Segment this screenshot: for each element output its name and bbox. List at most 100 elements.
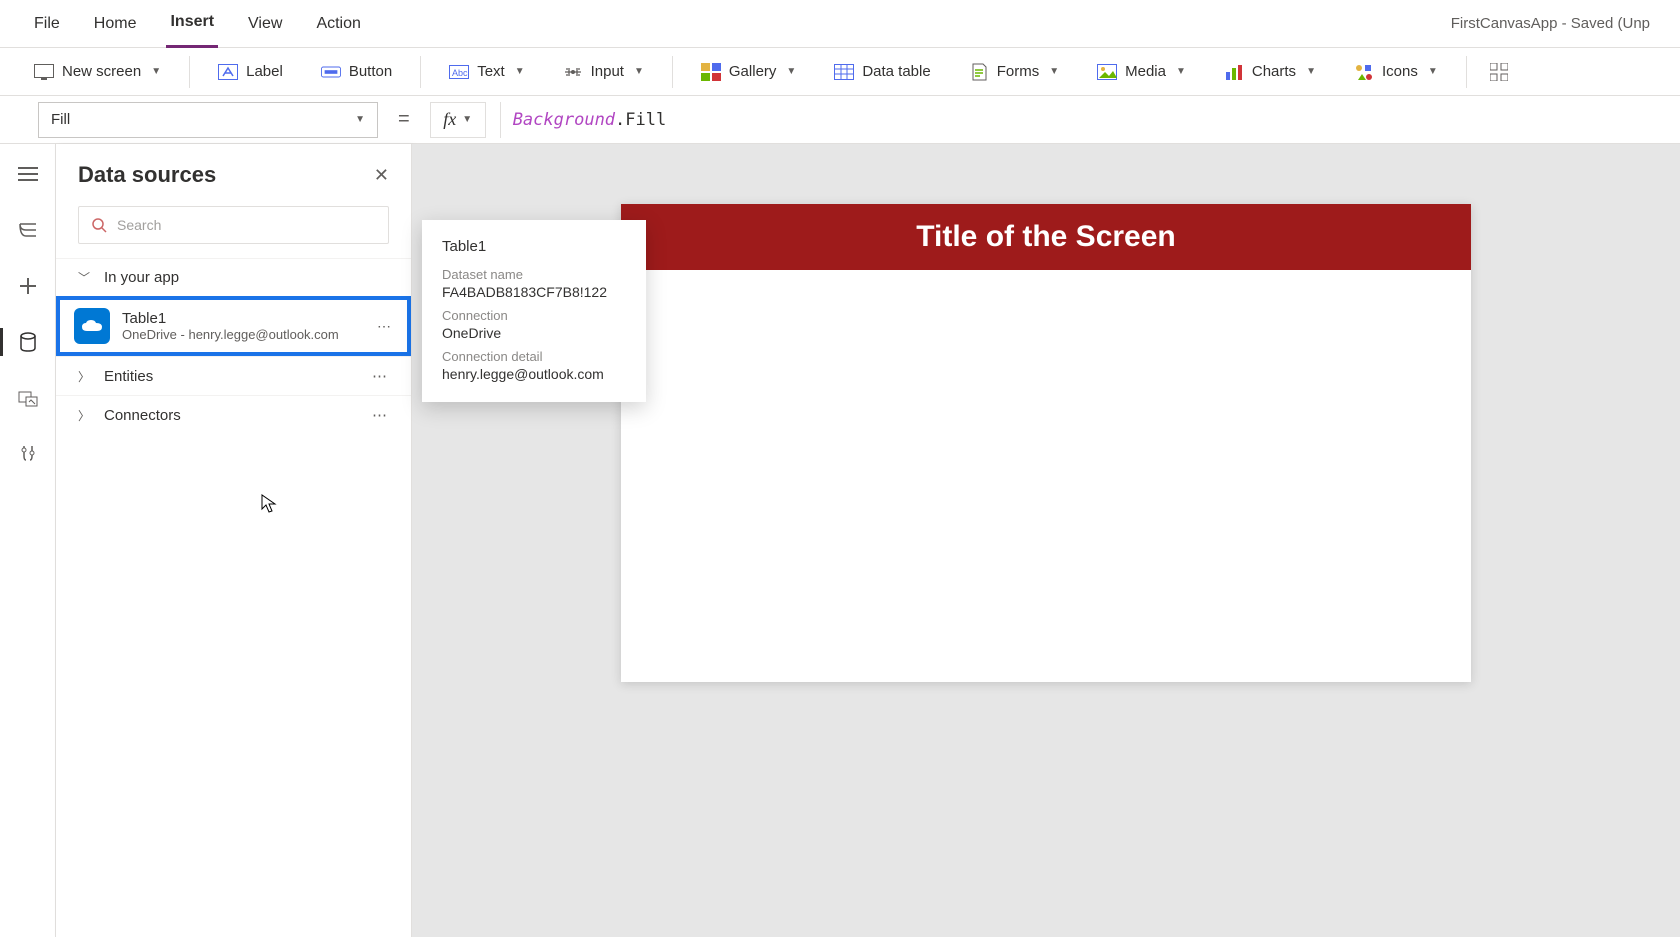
data-table-icon [834, 62, 854, 82]
charts-icon [1224, 62, 1244, 82]
rail-add-icon[interactable] [14, 272, 42, 300]
chevron-down-icon: ▼ [1176, 66, 1186, 77]
equals-sign: = [392, 108, 416, 131]
icons-icon [1354, 62, 1374, 82]
search-icon [91, 217, 107, 233]
formula-object-token: Background [513, 110, 615, 130]
section-connectors[interactable]: 〉 Connectors ⋯ [56, 395, 411, 434]
ribbon-new-screen[interactable]: New screen ▼ [24, 56, 171, 88]
menu-action[interactable]: Action [312, 0, 364, 48]
close-icon[interactable]: ✕ [374, 165, 389, 186]
ribbon-button-text: Button [349, 63, 392, 80]
data-source-text: Table1 OneDrive - henry.legge@outlook.co… [122, 310, 339, 342]
ribbon-icons-label: Icons [1382, 63, 1418, 80]
gallery-icon [701, 62, 721, 82]
ribbon-separator [1466, 56, 1467, 88]
rail-tree-icon[interactable] [14, 216, 42, 244]
left-rail [0, 144, 56, 937]
menu-view[interactable]: View [244, 0, 286, 48]
rail-media-icon[interactable] [14, 384, 42, 412]
more-options-icon[interactable]: ⋯ [372, 406, 389, 424]
ribbon-separator [189, 56, 190, 88]
chevron-down-icon: ▼ [786, 66, 796, 77]
menu-insert[interactable]: Insert [166, 0, 218, 48]
ribbon-separator [420, 56, 421, 88]
tooltip-detail-label: Connection detail [442, 349, 626, 364]
ribbon-gallery[interactable]: Gallery ▼ [691, 56, 806, 88]
ribbon-icons[interactable]: Icons ▼ [1344, 56, 1448, 88]
canvas-screen[interactable]: Title of the Screen [621, 204, 1471, 682]
grid-icon[interactable] [1489, 62, 1509, 82]
ribbon-text[interactable]: Abc Text ▼ [439, 56, 534, 88]
ribbon-media[interactable]: Media ▼ [1087, 56, 1196, 88]
section-entities[interactable]: 〉 Entities ⋯ [56, 356, 411, 395]
menu-bar: File Home Insert View Action FirstCanvas… [0, 0, 1680, 48]
ribbon-input[interactable]: Input ▼ [553, 56, 654, 88]
chevron-down-icon: ▼ [1049, 66, 1059, 77]
forms-icon [969, 62, 989, 82]
more-options-icon[interactable]: ⋯ [372, 367, 389, 385]
data-source-subtitle: OneDrive - henry.legge@outlook.com [122, 327, 339, 342]
section-entities-label: Entities [104, 368, 153, 385]
chevron-down-icon: ▼ [1428, 66, 1438, 77]
fx-button[interactable]: fx ▼ [430, 102, 486, 138]
svg-text:Abc: Abc [452, 68, 468, 78]
menu-file[interactable]: File [30, 0, 64, 48]
chevron-down-icon: ▼ [1306, 66, 1316, 77]
section-connectors-label: Connectors [104, 407, 181, 424]
more-options-icon[interactable]: ⋯ [377, 318, 393, 335]
search-placeholder: Search [117, 217, 161, 233]
button-icon [321, 62, 341, 82]
onedrive-icon [74, 308, 110, 344]
property-selector[interactable]: Fill ▼ [38, 102, 378, 138]
app-title: FirstCanvasApp - Saved (Unp [1451, 15, 1650, 32]
data-source-name: Table1 [122, 310, 339, 327]
data-source-item-table1[interactable]: Table1 OneDrive - henry.legge@outlook.co… [56, 296, 411, 356]
fx-label: fx [443, 109, 456, 130]
screen-title-bar[interactable]: Title of the Screen [621, 204, 1471, 270]
text-icon: Abc [449, 62, 469, 82]
rail-hamburger[interactable] [14, 160, 42, 188]
rail-data-icon[interactable] [14, 328, 42, 356]
rail-tools-icon[interactable] [14, 440, 42, 468]
data-source-item-wrap: Table1 OneDrive - henry.legge@outlook.co… [56, 296, 411, 356]
ribbon-charts-label: Charts [1252, 63, 1296, 80]
formula-input[interactable]: Background.Fill [500, 102, 1680, 138]
section-in-your-app[interactable]: ﹀ In your app [56, 258, 411, 296]
ribbon-text-label: Text [477, 63, 505, 80]
input-icon [563, 62, 583, 82]
search-input[interactable]: Search [78, 206, 389, 244]
ribbon-button[interactable]: Button [311, 56, 402, 88]
property-selector-value: Fill [51, 111, 70, 128]
ribbon-data-table[interactable]: Data table [824, 56, 940, 88]
label-icon [218, 62, 238, 82]
main-area: Data sources ✕ Search ﹀ In your app Tabl… [0, 144, 1680, 937]
panel-title: Data sources [78, 162, 216, 188]
ribbon-forms[interactable]: Forms ▼ [959, 56, 1069, 88]
tooltip-detail-value: henry.legge@outlook.com [442, 366, 626, 382]
ribbon-label-text: Label [246, 63, 283, 80]
formula-dot: . [615, 110, 625, 130]
media-icon [1097, 62, 1117, 82]
chevron-down-icon: ▼ [355, 114, 365, 125]
ribbon: New screen ▼ Label Button Abc Text ▼ Inp… [0, 48, 1680, 96]
chevron-right-icon: 〉 [78, 407, 92, 424]
ribbon-label[interactable]: Label [208, 56, 293, 88]
panel-header: Data sources ✕ [56, 144, 411, 200]
ribbon-media-label: Media [1125, 63, 1166, 80]
chevron-down-icon: ▼ [462, 114, 472, 125]
formula-bar: Fill ▼ = fx ▼ Background.Fill [0, 96, 1680, 144]
ribbon-input-label: Input [591, 63, 624, 80]
ribbon-forms-label: Forms [997, 63, 1040, 80]
ribbon-gallery-label: Gallery [729, 63, 777, 80]
ribbon-data-table-label: Data table [862, 63, 930, 80]
datasource-tooltip: Table1 Dataset name FA4BADB8183CF7B8!122… [422, 220, 646, 402]
chevron-down-icon: ▼ [515, 66, 525, 77]
tooltip-title: Table1 [442, 238, 626, 255]
data-sources-panel: Data sources ✕ Search ﹀ In your app Tabl… [56, 144, 412, 937]
ribbon-charts[interactable]: Charts ▼ [1214, 56, 1326, 88]
chevron-down-icon: ▼ [634, 66, 644, 77]
screen-icon [34, 62, 54, 82]
chevron-right-icon: 〉 [78, 368, 92, 385]
menu-home[interactable]: Home [90, 0, 141, 48]
